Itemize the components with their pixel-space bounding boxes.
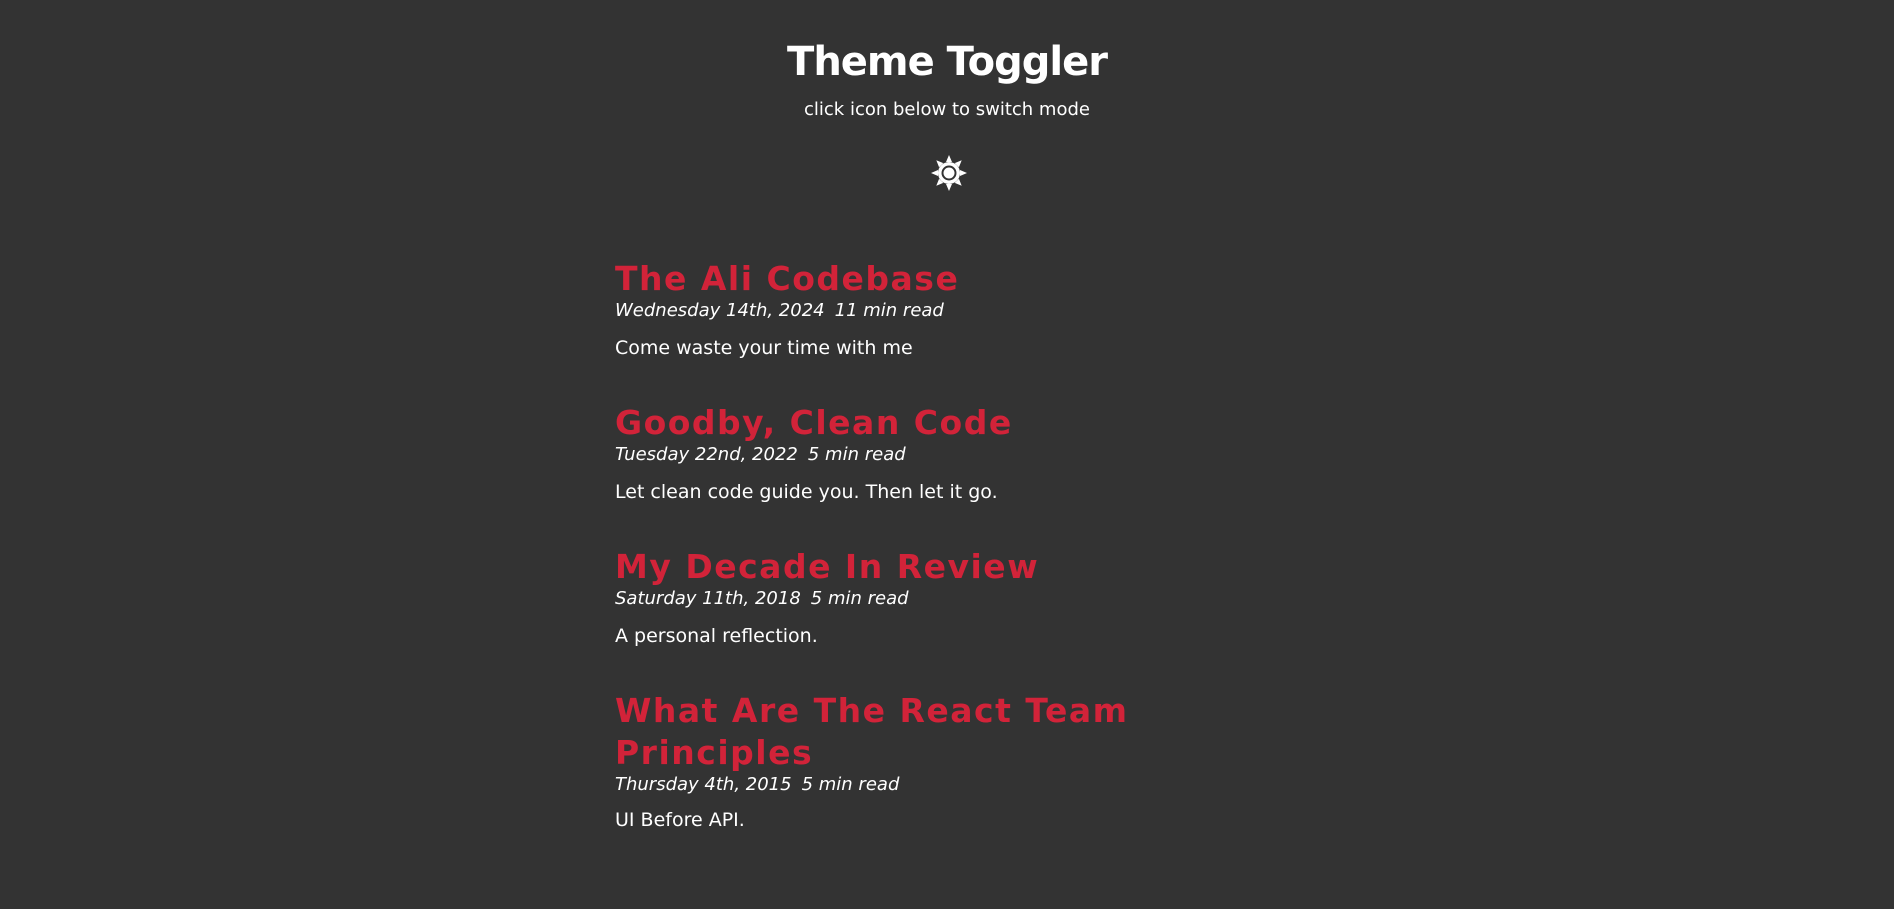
post-title-link[interactable]: My Decade In Review — [615, 546, 1175, 588]
sun-icon[interactable] — [929, 153, 969, 193]
post-item: The Ali Codebase Wednesday 14th, 2024 11 … — [615, 258, 1175, 359]
post-read-time: 11 min read — [834, 300, 944, 321]
post-title-link[interactable]: The Ali Codebase — [615, 258, 1175, 300]
post-item: Goodby, Clean Code Tuesday 22nd, 2022 5 m… — [615, 402, 1175, 503]
post-date: Thursday 4th, 2015 — [615, 774, 792, 795]
post-excerpt: Let clean code guide you. Then let it go… — [615, 481, 998, 503]
post-item: My Decade In Review Saturday 11th, 2018 5… — [615, 546, 1175, 647]
post-excerpt: UI Before API. — [615, 809, 745, 831]
post-title-link[interactable]: What Are The React Team Principles — [615, 690, 1175, 774]
post-read-time: 5 min read — [807, 444, 906, 465]
post-excerpt: A personal reflection. — [615, 625, 818, 647]
post-excerpt: Come waste your time with me — [615, 337, 913, 359]
post-date: Tuesday 22nd, 2022 — [615, 444, 798, 465]
post-date: Saturday 11th, 2018 — [615, 588, 801, 609]
page-subtitle: click icon below to switch mode — [804, 99, 1090, 120]
post-meta: Saturday 11th, 2018 5 min read — [615, 588, 1175, 610]
page-title: Theme Toggler — [787, 39, 1108, 85]
post-meta: Wednesday 14th, 2024 11 min read — [615, 300, 1175, 322]
post-read-time: 5 min read — [810, 588, 909, 609]
post-title-link[interactable]: Goodby, Clean Code — [615, 402, 1175, 444]
post-date: Wednesday 14th, 2024 — [615, 300, 825, 321]
post-item: What Are The React Team Principles Thurs… — [615, 690, 1175, 831]
post-meta: Tuesday 22nd, 2022 5 min read — [615, 444, 1175, 466]
post-read-time: 5 min read — [801, 774, 900, 795]
post-meta: Thursday 4th, 2015 5 min read — [615, 774, 1175, 796]
